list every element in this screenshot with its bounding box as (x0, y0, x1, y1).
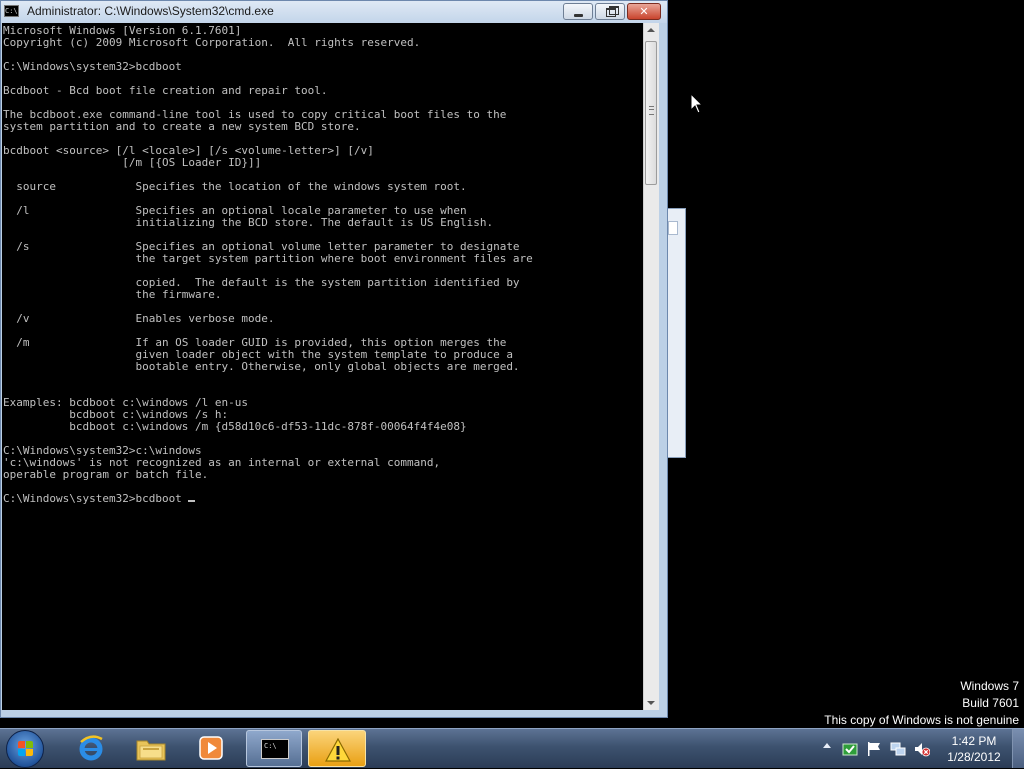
vertical-scrollbar[interactable] (643, 23, 659, 710)
scrollbar-thumb[interactable] (645, 41, 657, 185)
console-line: C:\Windows\system32>bcdboot (3, 492, 189, 505)
action-center-icon[interactable] (842, 741, 858, 757)
watermark-os-name: Windows 7 (960, 679, 1019, 693)
cmd-icon-label: C:\ (264, 742, 277, 750)
mouse-pointer-icon (690, 93, 704, 114)
taskbar: C:\ 1:42 PM 1/28/2012 (0, 728, 1024, 768)
not-genuine-watermark: Windows 7 Build 7601 This copy of Window… (824, 678, 1019, 729)
console-line: [/m [{OS Loader ID}]] (3, 156, 262, 169)
clock[interactable]: 1:42 PM 1/28/2012 (934, 733, 1014, 765)
taskbar-windows-explorer[interactable] (130, 730, 172, 767)
taskbar-internet-explorer[interactable] (70, 730, 112, 767)
console-line: bcdboot c:\windows /m {d58d10c6-df53-11d… (3, 420, 467, 433)
window-title: Administrator: C:\Windows\System32\cmd.e… (27, 4, 274, 18)
console-line: operable program or batch file. (3, 468, 209, 481)
console-line: system partition and to create a new sys… (3, 120, 361, 133)
background-window-edge[interactable] (668, 208, 686, 458)
minimize-button[interactable] (563, 3, 593, 20)
console-line: initializing the BCD store. The default … (3, 216, 494, 229)
text-cursor (188, 500, 196, 502)
show-desktop-button[interactable] (1012, 729, 1024, 768)
console-line: bootable entry. Otherwise, only global o… (3, 360, 520, 373)
cmd-window-icon[interactable]: C:\ (4, 5, 19, 17)
show-hidden-icons-icon[interactable] (823, 743, 831, 748)
title-bar[interactable]: C:\ Administrator: C:\Windows\System32\c… (1, 1, 667, 23)
clock-date: 1/28/2012 (947, 750, 1001, 764)
console-line: C:\Windows\system32>bcdboot (3, 60, 182, 73)
console-text: Microsoft Windows [Version 6.1.7601] Cop… (2, 23, 643, 505)
volume-muted-icon[interactable] (914, 741, 930, 757)
restore-icon-front (606, 8, 616, 17)
windows-logo-icon (18, 741, 34, 757)
console-line: the target system partition where boot e… (3, 252, 533, 265)
console-line: the firmware. (3, 288, 222, 301)
internet-explorer-icon (79, 735, 103, 761)
cmd-icon: C:\ (261, 739, 289, 759)
console-line: /v Enables verbose mode. (3, 312, 275, 325)
clock-time: 1:42 PM (951, 734, 997, 748)
close-button[interactable]: ✕ (627, 3, 661, 20)
background-window-field (668, 221, 678, 235)
console-output-area[interactable]: Microsoft Windows [Version 6.1.7601] Cop… (2, 23, 643, 710)
scroll-up-icon[interactable] (647, 28, 655, 32)
minimize-icon (574, 14, 583, 17)
console-line: Bcdboot - Bcd boot file creation and rep… (3, 84, 328, 97)
cmd-window[interactable]: C:\ Administrator: C:\Windows\System32\c… (0, 0, 668, 718)
notification-area: 1:42 PM 1/28/2012 (818, 729, 1024, 769)
taskbar-action-center-warning[interactable] (308, 730, 366, 767)
network-icon[interactable] (890, 741, 906, 757)
console-line: Copyright (c) 2009 Microsoft Corporation… (3, 36, 421, 49)
restore-button[interactable] (595, 3, 625, 20)
close-icon: ✕ (639, 5, 649, 18)
cmd-window-icon-label: C:\ (5, 7, 18, 15)
scroll-down-icon[interactable] (647, 701, 655, 705)
folder-icon (136, 740, 166, 761)
watermark-genuine-notice: This copy of Windows is not genuine (824, 713, 1019, 727)
taskbar-command-prompt[interactable]: C:\ (246, 730, 302, 767)
console-line: source Specifies the location of the win… (3, 180, 467, 193)
watermark-build: Build 7601 (962, 696, 1019, 710)
start-button[interactable] (6, 730, 44, 768)
taskbar-media-player[interactable] (190, 730, 232, 767)
media-player-icon (199, 736, 223, 760)
warning-icon (325, 738, 351, 762)
flag-icon[interactable] (866, 741, 882, 757)
scrollbar-grip-icon (649, 106, 654, 115)
